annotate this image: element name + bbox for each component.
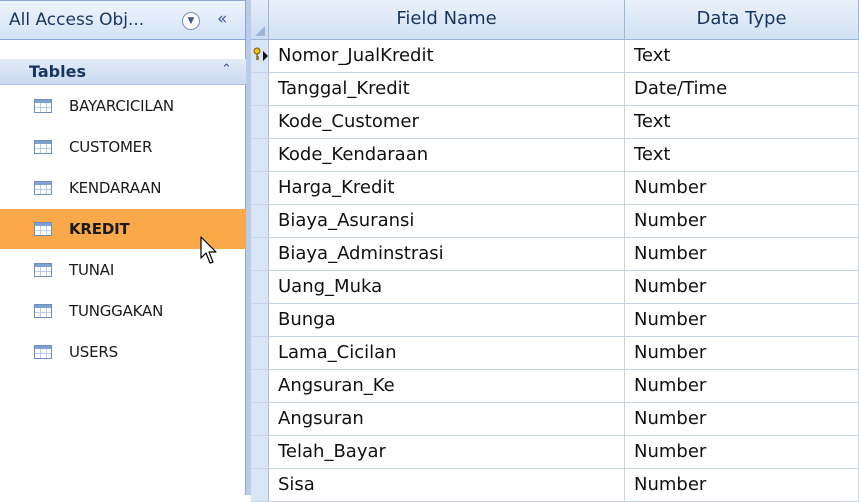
mouse-pointer-icon — [200, 236, 217, 264]
field-row[interactable]: Kode_Kendaraan Text — [251, 139, 859, 172]
row-selector[interactable] — [251, 337, 269, 370]
data-type-cell[interactable]: Text — [625, 106, 859, 139]
row-selector[interactable] — [251, 205, 269, 238]
navigation-pane-title[interactable]: All Access Obj... — [9, 10, 144, 30]
chevron-down-icon[interactable]: ▼ — [182, 12, 200, 30]
field-name-cell[interactable]: Tanggal_Kredit — [269, 73, 625, 106]
nav-item-customer[interactable]: CUSTOMER — [0, 127, 246, 167]
field-row[interactable]: Bunga Number — [251, 304, 859, 337]
field-name-cell[interactable]: Uang_Muka — [269, 271, 625, 304]
nav-item-users[interactable]: USERS — [0, 332, 246, 372]
data-type-cell[interactable]: Number — [625, 403, 859, 436]
navigation-pane: All Access Obj... ▼ « Tables ⌃ BAYARCICI… — [0, 0, 246, 495]
row-selector[interactable] — [251, 469, 269, 502]
navigation-pane-header[interactable]: All Access Obj... ▼ « — [0, 0, 246, 40]
table-icon — [34, 181, 52, 195]
table-icon — [34, 304, 52, 318]
nav-item-label: BAYARCICILAN — [69, 97, 174, 115]
data-type-cell[interactable]: Number — [625, 469, 859, 502]
primary-key-icon — [253, 47, 261, 60]
group-header-tables[interactable]: Tables ⌃ — [0, 59, 246, 85]
row-selector[interactable] — [251, 238, 269, 271]
row-selector[interactable] — [251, 139, 269, 172]
column-header-field-name[interactable]: Field Name — [269, 0, 625, 40]
field-name-cell[interactable]: Angsuran_Ke — [269, 370, 625, 403]
field-row[interactable]: Harga_Kredit Number — [251, 172, 859, 205]
table-icon — [34, 222, 52, 236]
chevron-up-icon[interactable]: ⌃ — [221, 62, 232, 77]
field-name-cell[interactable]: Kode_Kendaraan — [269, 139, 625, 172]
group-title: Tables — [29, 62, 86, 81]
field-row[interactable]: Uang_Muka Number — [251, 271, 859, 304]
field-name-cell[interactable]: Lama_Cicilan — [269, 337, 625, 370]
row-selector[interactable] — [251, 436, 269, 469]
data-type-cell[interactable]: Number — [625, 238, 859, 271]
field-row[interactable]: Angsuran_Ke Number — [251, 370, 859, 403]
shutter-bar-close-icon[interactable]: « — [217, 9, 227, 29]
row-selector[interactable] — [251, 40, 269, 73]
current-row-arrow-icon — [263, 51, 268, 61]
nav-item-label: USERS — [69, 343, 118, 361]
field-row[interactable]: Lama_Cicilan Number — [251, 337, 859, 370]
field-name-cell[interactable]: Harga_Kredit — [269, 172, 625, 205]
data-type-cell[interactable]: Text — [625, 40, 859, 73]
field-name-cell[interactable]: Kode_Customer — [269, 106, 625, 139]
row-selector[interactable] — [251, 172, 269, 205]
field-name-cell[interactable]: Biaya_Adminstrasi — [269, 238, 625, 271]
field-name-cell[interactable]: Angsuran — [269, 403, 625, 436]
data-type-cell[interactable]: Number — [625, 205, 859, 238]
nav-item-bayarcicilan[interactable]: BAYARCICILAN — [0, 86, 246, 126]
data-type-cell[interactable]: Text — [625, 139, 859, 172]
table-icon — [34, 140, 52, 154]
field-name-cell[interactable]: Bunga — [269, 304, 625, 337]
nav-item-kendaraan[interactable]: KENDARAAN — [0, 168, 246, 208]
row-selector[interactable] — [251, 271, 269, 304]
data-type-cell[interactable]: Number — [625, 436, 859, 469]
row-selector[interactable] — [251, 403, 269, 436]
row-selector[interactable] — [251, 370, 269, 403]
row-selector[interactable] — [251, 106, 269, 139]
data-type-cell[interactable]: Date/Time — [625, 73, 859, 106]
data-type-cell[interactable]: Number — [625, 271, 859, 304]
table-design-grid: Field Name Data Type Nomor_JualKredit Tex… — [251, 0, 859, 502]
table-icon — [34, 99, 52, 113]
field-row[interactable]: Biaya_Asuransi Number — [251, 205, 859, 238]
data-type-cell[interactable]: Number — [625, 172, 859, 205]
field-row[interactable]: Nomor_JualKredit Text — [251, 40, 859, 73]
field-name-cell[interactable]: Biaya_Asuransi — [269, 205, 625, 238]
nav-item-label: KENDARAAN — [69, 179, 162, 197]
field-name-cell[interactable]: Telah_Bayar — [269, 436, 625, 469]
nav-item-label: CUSTOMER — [69, 138, 153, 156]
row-selector[interactable] — [251, 73, 269, 106]
data-type-cell[interactable]: Number — [625, 370, 859, 403]
field-row[interactable]: Biaya_Adminstrasi Number — [251, 238, 859, 271]
nav-item-label: TUNAI — [69, 261, 115, 279]
nav-item-label: TUNGGAKAN — [69, 302, 164, 320]
field-row[interactable]: Angsuran Number — [251, 403, 859, 436]
data-type-cell[interactable]: Number — [625, 337, 859, 370]
field-row[interactable]: Telah_Bayar Number — [251, 436, 859, 469]
column-header-data-type[interactable]: Data Type — [625, 0, 859, 40]
table-icon — [34, 345, 52, 359]
nav-item-label: KREDIT — [69, 220, 130, 238]
select-all-corner[interactable] — [251, 0, 269, 40]
field-row[interactable]: Kode_Customer Text — [251, 106, 859, 139]
field-name-cell[interactable]: Nomor_JualKredit — [269, 40, 625, 73]
row-selector[interactable] — [251, 304, 269, 337]
field-row[interactable]: Sisa Number — [251, 469, 859, 502]
nav-item-tunggakan[interactable]: TUNGGAKAN — [0, 291, 246, 331]
data-type-cell[interactable]: Number — [625, 304, 859, 337]
field-row[interactable]: Tanggal_Kredit Date/Time — [251, 73, 859, 106]
field-name-cell[interactable]: Sisa — [269, 469, 625, 502]
table-icon — [34, 263, 52, 277]
